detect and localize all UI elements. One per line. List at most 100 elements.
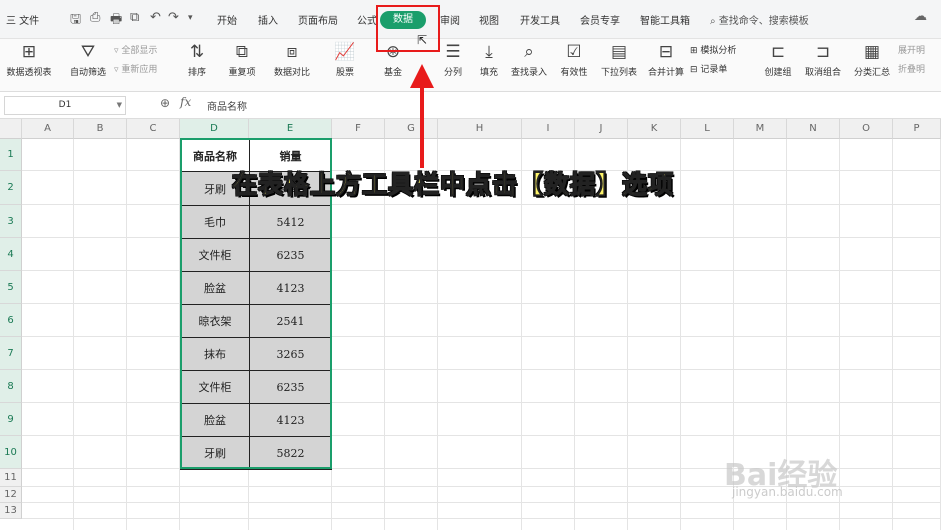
table-cell-product[interactable]: 晾衣架 bbox=[180, 304, 250, 338]
column-header-l[interactable]: L bbox=[681, 119, 734, 139]
consolidate-button[interactable]: ⊟ 合并计算 bbox=[646, 42, 686, 78]
column-header-g[interactable]: G bbox=[385, 119, 438, 139]
column-header-f[interactable]: F bbox=[332, 119, 385, 139]
search-label: 查找命令、搜索模板 bbox=[718, 16, 809, 27]
row-header-7[interactable]: 7 bbox=[0, 337, 22, 370]
row-header-1[interactable]: 1 bbox=[0, 139, 22, 171]
table-cell-product[interactable]: 文件柜 bbox=[180, 370, 250, 404]
row-gridline bbox=[22, 502, 941, 503]
row-header-8[interactable]: 8 bbox=[0, 370, 22, 403]
sort-icon: ⇅ bbox=[189, 42, 205, 62]
preview-icon[interactable]: ⧉ bbox=[130, 10, 139, 25]
column-header-o[interactable]: O bbox=[840, 119, 893, 139]
table-cell-product[interactable]: 牙刷 bbox=[180, 436, 250, 470]
column-header-d[interactable]: D bbox=[180, 119, 249, 139]
row-header-12[interactable]: 12 bbox=[0, 487, 22, 503]
file-menu[interactable]: 三 文件 bbox=[6, 12, 39, 27]
undo-icon[interactable]: ↶ bbox=[150, 10, 161, 25]
column-header-p[interactable]: P bbox=[893, 119, 941, 139]
table-cell-sales[interactable]: 3265 bbox=[249, 337, 332, 371]
duplicates-button[interactable]: ⧉ 重复项 bbox=[224, 42, 260, 78]
save-icon[interactable]: 🖫 bbox=[70, 10, 81, 32]
dropdown-list-button[interactable]: ▤ 下拉列表 bbox=[598, 42, 640, 78]
column-header-m[interactable]: M bbox=[734, 119, 787, 139]
column-header-h[interactable]: H bbox=[438, 119, 522, 139]
sort-button[interactable]: ⇅ 排序 bbox=[182, 42, 212, 78]
lookup-entry-button[interactable]: ⌕ 查找录入 bbox=[508, 42, 550, 78]
row-header-13[interactable]: 13 bbox=[0, 503, 22, 519]
print-icon[interactable]: 🖶 bbox=[110, 10, 122, 32]
column-header-e[interactable]: E bbox=[249, 119, 332, 139]
formula-input[interactable]: 商品名称 bbox=[207, 98, 247, 113]
more-icon[interactable]: ▾ bbox=[188, 13, 193, 23]
tab-review[interactable]: 审阅 bbox=[440, 12, 460, 27]
column-header-k[interactable]: K bbox=[628, 119, 681, 139]
ungroup-button[interactable]: ⊐ 取消组合 bbox=[802, 42, 844, 78]
table-cell-product[interactable]: 脸盆 bbox=[180, 271, 250, 305]
tab-member[interactable]: 会员专享 bbox=[580, 12, 620, 27]
column-header-j[interactable]: J bbox=[575, 119, 628, 139]
row-header-5[interactable]: 5 bbox=[0, 271, 22, 304]
command-search[interactable]: ⌕ 查找命令、搜索模板 bbox=[710, 12, 809, 27]
tab-view[interactable]: 视图 bbox=[479, 12, 499, 27]
table-cell-sales[interactable]: 6235 bbox=[249, 370, 332, 404]
tab-insert[interactable]: 插入 bbox=[258, 12, 278, 27]
table-cell-sales[interactable]: 2541 bbox=[249, 304, 332, 338]
reapply-button[interactable]: ▿ 重新应用 bbox=[114, 62, 157, 75]
column-header-i[interactable]: I bbox=[522, 119, 575, 139]
row-header-4[interactable]: 4 bbox=[0, 238, 22, 271]
split-column-button[interactable]: ☰ 分列 bbox=[438, 42, 468, 78]
table-cell-sales[interactable]: 5822 bbox=[249, 436, 332, 470]
table-cell-product[interactable]: 毛巾 bbox=[180, 205, 250, 239]
table-cell-sales[interactable]: 5412 bbox=[249, 205, 332, 239]
show-all-label: 全部显示 bbox=[121, 46, 158, 56]
show-all-button[interactable]: ▿ 全部显示 bbox=[114, 43, 157, 56]
table-cell-sales[interactable]: 4123 bbox=[249, 403, 332, 437]
table-cell-sales[interactable]: 6235 bbox=[249, 238, 332, 272]
compare-button[interactable]: ⧈ 数据对比 bbox=[268, 42, 316, 78]
instruction-caption: 在表格上方工具栏中点击【数据】选项 bbox=[231, 170, 675, 200]
table-cell-product[interactable]: 抹布 bbox=[180, 337, 250, 371]
expand-detail-label: 展开明 bbox=[898, 46, 926, 56]
expand-detail-button[interactable]: 展开明 bbox=[898, 43, 925, 56]
row-header-11[interactable]: 11 bbox=[0, 469, 22, 487]
split-icon: ☰ bbox=[445, 42, 461, 62]
select-all-corner[interactable] bbox=[0, 119, 22, 139]
column-header-n[interactable]: N bbox=[787, 119, 840, 139]
collapse-detail-button[interactable]: 折叠明 bbox=[898, 62, 925, 75]
column-header-b[interactable]: B bbox=[74, 119, 127, 139]
table-cell-product[interactable]: 脸盆 bbox=[180, 403, 250, 437]
fx-icon[interactable]: fx bbox=[180, 95, 191, 109]
row-header-9[interactable]: 9 bbox=[0, 403, 22, 436]
table-cell-sales[interactable]: 4123 bbox=[249, 271, 332, 305]
name-box[interactable]: D1 ▼ bbox=[4, 96, 126, 115]
export-icon[interactable]: ⎙ bbox=[90, 10, 100, 25]
pivot-table-button[interactable]: ⊞ 数据透视表 bbox=[4, 42, 54, 78]
record-form-button[interactable]: ⊟ 记录单 bbox=[690, 62, 727, 75]
table-cell-product[interactable]: 文件柜 bbox=[180, 238, 250, 272]
validity-button[interactable]: ☑ 有效性 bbox=[556, 42, 592, 78]
row-header-2[interactable]: 2 bbox=[0, 171, 22, 205]
row-header-6[interactable]: 6 bbox=[0, 304, 22, 337]
column-gridline bbox=[680, 139, 681, 530]
tab-home[interactable]: 开始 bbox=[217, 12, 237, 27]
tab-formulas[interactable]: 公式 bbox=[357, 12, 377, 27]
autofilter-button[interactable]: ⛛ 自动筛选 bbox=[66, 42, 110, 78]
column-header-a[interactable]: A bbox=[22, 119, 74, 139]
zoom-icon[interactable]: ⊕ bbox=[160, 96, 170, 110]
stock-button[interactable]: 📈 股票 bbox=[328, 42, 362, 78]
tab-page-layout[interactable]: 页面布局 bbox=[298, 12, 338, 27]
subtotal-button[interactable]: ▦ 分类汇总 bbox=[850, 42, 894, 78]
row-header-10[interactable]: 10 bbox=[0, 436, 22, 469]
tab-smart-tools[interactable]: 智能工具箱 bbox=[640, 12, 690, 27]
chevron-down-icon[interactable]: ▼ bbox=[117, 97, 122, 114]
tab-developer[interactable]: 开发工具 bbox=[520, 12, 560, 27]
fill-button[interactable]: ⤓ 填充 bbox=[474, 42, 504, 78]
simulate-button[interactable]: ⊞ 模拟分析 bbox=[690, 43, 736, 56]
row-header-3[interactable]: 3 bbox=[0, 205, 22, 238]
cloud-icon[interactable]: ☁ bbox=[914, 9, 927, 24]
ribbon-toolbar: ⊞ 数据透视表 ⛛ 自动筛选 ▿ 全部显示 ▿ 重新应用 ⇅ 排序 ⧉ 重复项 ⧈ 数据对… bbox=[0, 39, 941, 92]
create-group-button[interactable]: ⊏ 创建组 bbox=[760, 42, 796, 78]
redo-icon[interactable]: ↷ bbox=[168, 10, 179, 25]
column-header-c[interactable]: C bbox=[127, 119, 180, 139]
